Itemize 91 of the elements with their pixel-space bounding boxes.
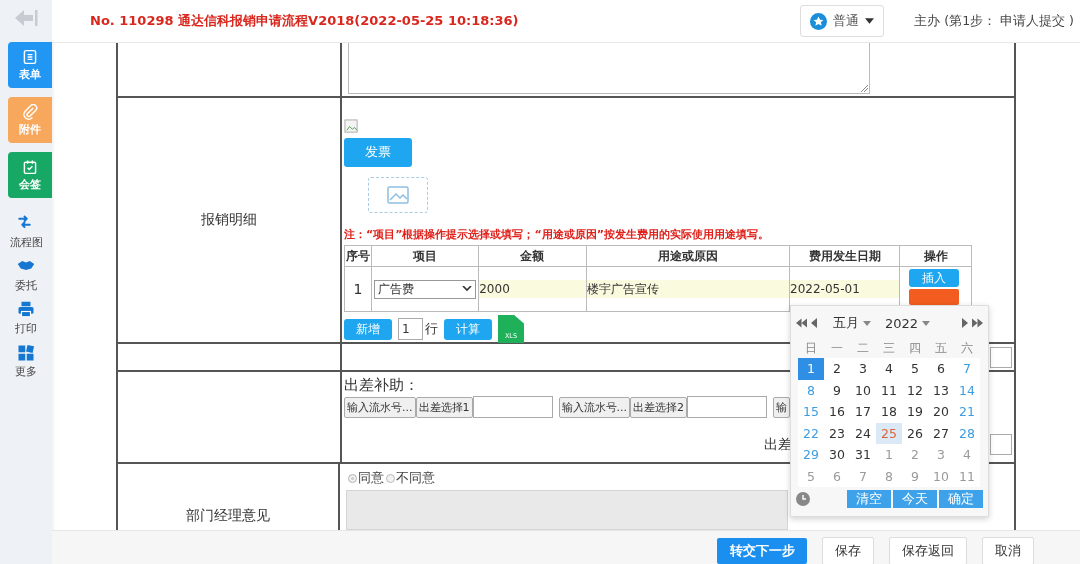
weekday-label: 三 — [882, 339, 896, 357]
date-field[interactable]: 2022-05-01 — [790, 280, 900, 298]
sidebar-item[interactable]: 更多 — [0, 344, 52, 379]
calendar-day[interactable]: 27 — [928, 422, 954, 444]
serial-number-button[interactable]: 输入流水号... — [558, 396, 630, 418]
footer-button[interactable]: 取消 — [982, 536, 1034, 564]
column-header: 项目 — [371, 245, 479, 267]
caret-icon — [865, 18, 875, 24]
section-label: 出差补助： — [344, 376, 419, 395]
column-header: 序号 — [344, 245, 372, 267]
calendar-check-icon — [22, 158, 38, 175]
comment-area[interactable] — [346, 490, 788, 530]
priority-dropdown[interactable]: 普通 — [800, 5, 885, 37]
calendar-day[interactable]: 11 — [876, 379, 902, 401]
calendar-day[interactable]: 6 — [928, 358, 954, 380]
serial-number-button[interactable]: 输入流水号... — [344, 396, 416, 418]
back-arrow-icon — [13, 8, 39, 28]
window-title: No. 110298 通达信科报销申请流程V2018(2022-05-25 10:18:36) — [90, 12, 520, 30]
calendar-day[interactable]: 31 — [850, 444, 876, 466]
trip-select-button[interactable]: 出差选择2 — [630, 396, 687, 418]
print-icon — [17, 301, 35, 319]
clock-icon — [796, 492, 810, 506]
input-field[interactable] — [990, 346, 1012, 368]
footer-button[interactable]: 保存 — [822, 536, 874, 564]
calendar-day[interactable]: 9 — [824, 379, 850, 401]
double-right-icon — [972, 318, 983, 328]
month-dropdown[interactable]: 五月 — [833, 314, 871, 332]
calendar-day[interactable]: 24 — [850, 422, 876, 444]
radio-option[interactable]: 不同意 — [386, 470, 435, 487]
calendar-day[interactable]: 13 — [928, 379, 954, 401]
calendar-day[interactable]: 10 — [850, 379, 876, 401]
caret-icon — [863, 320, 871, 326]
column-header: 费用发生日期 — [789, 245, 900, 267]
sidebar-item[interactable]: 流程图 — [0, 215, 52, 250]
total-label: 出差 — [764, 435, 792, 454]
item-select[interactable]: 广告费 — [373, 279, 477, 299]
sidebar-item[interactable]: 委托 — [0, 258, 52, 293]
radio-option[interactable]: 同意 — [348, 470, 384, 487]
text-area[interactable] — [348, 43, 870, 94]
weekday-label: 一 — [830, 339, 844, 357]
form-icon — [22, 48, 38, 65]
calendar-day[interactable]: 30 — [824, 444, 850, 466]
paperclip-icon — [22, 103, 38, 120]
image-upload-box[interactable] — [368, 177, 428, 213]
caret-icon — [462, 286, 473, 292]
calendar-day[interactable]: 20 — [928, 401, 954, 423]
unit-label: 行 — [425, 320, 438, 338]
input-field[interactable] — [472, 396, 553, 418]
calendar-day[interactable]: 12 — [902, 379, 928, 401]
column-header: 金额 — [478, 245, 587, 267]
weekday-label: 二 — [856, 339, 870, 357]
weekday-label: 四 — [908, 339, 922, 357]
right-icon — [962, 318, 968, 328]
step-label: 主办 (第1步： 申请人提交 ) — [914, 12, 1074, 30]
grid-icon — [17, 344, 35, 362]
calendar-day[interactable]: 5 — [902, 358, 928, 380]
purpose-field[interactable]: 楼宇广告宣传 — [586, 280, 790, 298]
sidebar-item[interactable]: 打印 — [0, 301, 52, 336]
column-header: 用途或原因 — [586, 245, 790, 267]
amount-field[interactable]: 2000 — [479, 280, 586, 298]
calendar-day[interactable]: 16 — [824, 401, 850, 423]
resize-handle-icon — [860, 84, 868, 92]
footer-button[interactable]: 保存返回 — [889, 536, 967, 564]
calendar-day[interactable]: 3 — [850, 358, 876, 380]
calendar-day[interactable]: 26 — [902, 422, 928, 444]
calendar-day[interactable]: 19 — [902, 401, 928, 423]
broken-image-icon — [344, 119, 359, 134]
weekday-label: 五 — [934, 339, 948, 357]
caret-icon — [922, 320, 931, 326]
note-text: 注：“项目”根据操作提示选择或填写；“用途或原因”按发生费用的实际使用用途填写。 — [344, 227, 770, 242]
row-count-field[interactable]: 1 — [398, 318, 423, 340]
field-label: 部门经理意见 — [186, 507, 270, 525]
calendar-day[interactable]: 4 — [876, 358, 902, 380]
trip-select-button[interactable]: 出差选择1 — [415, 396, 473, 418]
weekday-label: 日 — [804, 339, 818, 357]
image-icon — [386, 185, 410, 205]
left-icon — [811, 318, 817, 328]
calendar-day[interactable]: 18 — [876, 401, 902, 423]
calendar-day[interactable]: 23 — [824, 422, 850, 444]
calendar-day[interactable]: 2 — [824, 358, 850, 380]
table-cell: 1 — [344, 266, 372, 312]
column-header: 操作 — [899, 245, 972, 267]
input-field[interactable] — [687, 396, 767, 418]
calendar-day[interactable]: 17 — [850, 401, 876, 423]
double-left-icon — [796, 318, 807, 328]
delete-button[interactable] — [909, 289, 960, 305]
input-field[interactable] — [990, 434, 1012, 455]
weekday-label: 六 — [960, 339, 974, 357]
serial-number-button[interactable]: 输 — [773, 396, 790, 418]
year-dropdown[interactable]: 2022 — [885, 315, 931, 331]
field-label: 报销明细 — [118, 98, 342, 342]
